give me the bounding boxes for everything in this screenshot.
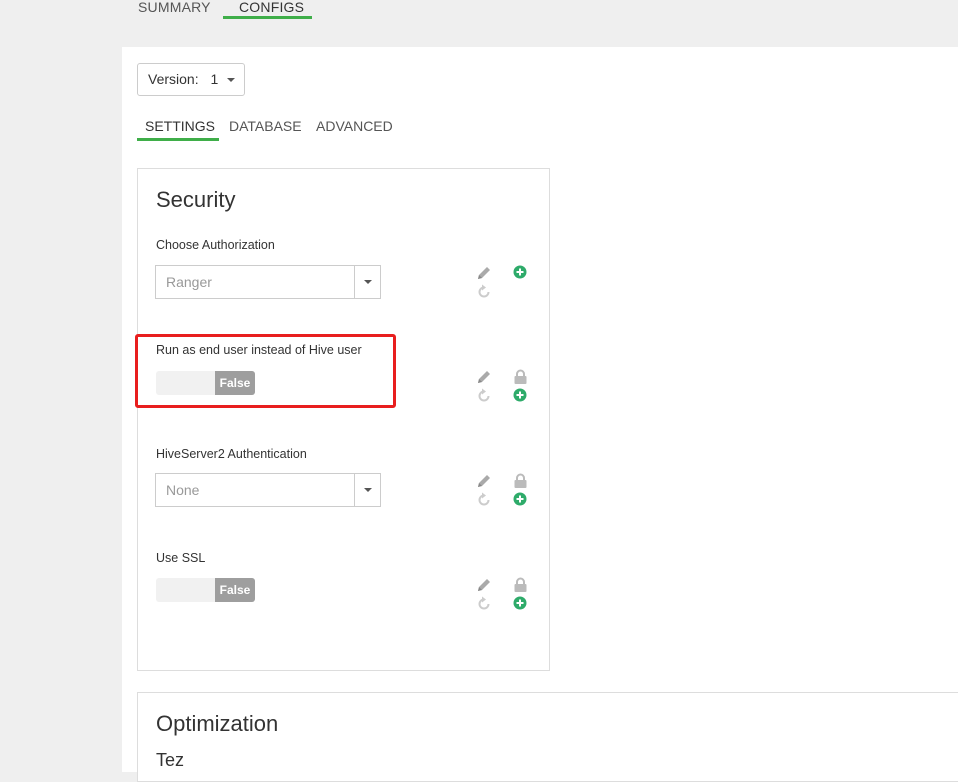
lock-icon[interactable]: [513, 369, 529, 385]
combo-value: None: [166, 482, 200, 498]
lock-icon[interactable]: [513, 473, 529, 489]
security-panel: Security Choose Authorization Ranger Run…: [137, 168, 550, 671]
undo-icon[interactable]: [476, 284, 492, 300]
optimization-panel: Optimization Tez: [137, 692, 958, 782]
run-as-end-user-toggle[interactable]: False: [156, 371, 255, 395]
toggle-state: False: [215, 578, 255, 602]
plus-circle-icon[interactable]: [513, 388, 529, 404]
top-tabs: SUMMARY CONFIGS: [0, 0, 958, 47]
pencil-icon[interactable]: [476, 369, 492, 385]
chevron-down-icon: [363, 488, 372, 492]
authorization-combo[interactable]: Ranger: [155, 265, 381, 299]
combo-value: Ranger: [166, 274, 212, 290]
combo-toggle-button[interactable]: [354, 473, 380, 507]
section-subtitle: Tez: [156, 750, 185, 770]
undo-icon[interactable]: [476, 492, 492, 508]
undo-icon[interactable]: [476, 596, 492, 612]
version-dropdown[interactable]: Version: 1: [137, 63, 245, 96]
field-label: HiveServer2 Authentication: [156, 447, 307, 461]
plus-circle-icon[interactable]: [513, 492, 529, 508]
combo-toggle-button[interactable]: [354, 265, 380, 299]
config-content: Version: 1 SETTINGS DATABASE ADVANCED Se…: [122, 47, 958, 782]
hiveserver2-authentication-combo[interactable]: None: [155, 473, 381, 507]
plus-circle-icon[interactable]: [513, 265, 529, 281]
field-label: Use SSL: [156, 551, 206, 565]
tab-settings[interactable]: SETTINGS: [137, 117, 219, 141]
toggle-state: False: [215, 371, 255, 395]
section-title: Optimization: [156, 711, 279, 736]
section-title: Security: [156, 187, 236, 212]
use-ssl-toggle[interactable]: False: [156, 578, 255, 602]
plus-circle-icon[interactable]: [513, 596, 529, 612]
chevron-down-icon: [363, 280, 372, 284]
undo-icon[interactable]: [476, 388, 492, 404]
tab-summary[interactable]: SUMMARY: [122, 0, 227, 19]
version-label: Version:: [148, 71, 199, 87]
tab-configs[interactable]: CONFIGS: [223, 0, 312, 19]
pencil-icon[interactable]: [476, 265, 492, 281]
field-label: Run as end user instead of Hive user: [156, 343, 362, 357]
chevron-down-icon: [227, 78, 236, 83]
pencil-icon[interactable]: [476, 577, 492, 593]
tab-advanced[interactable]: ADVANCED: [308, 117, 401, 141]
lock-icon[interactable]: [513, 577, 529, 593]
pencil-icon[interactable]: [476, 473, 492, 489]
field-label: Choose Authorization: [156, 238, 275, 252]
version-value: 1: [210, 71, 219, 87]
tab-database[interactable]: DATABASE: [221, 117, 310, 141]
